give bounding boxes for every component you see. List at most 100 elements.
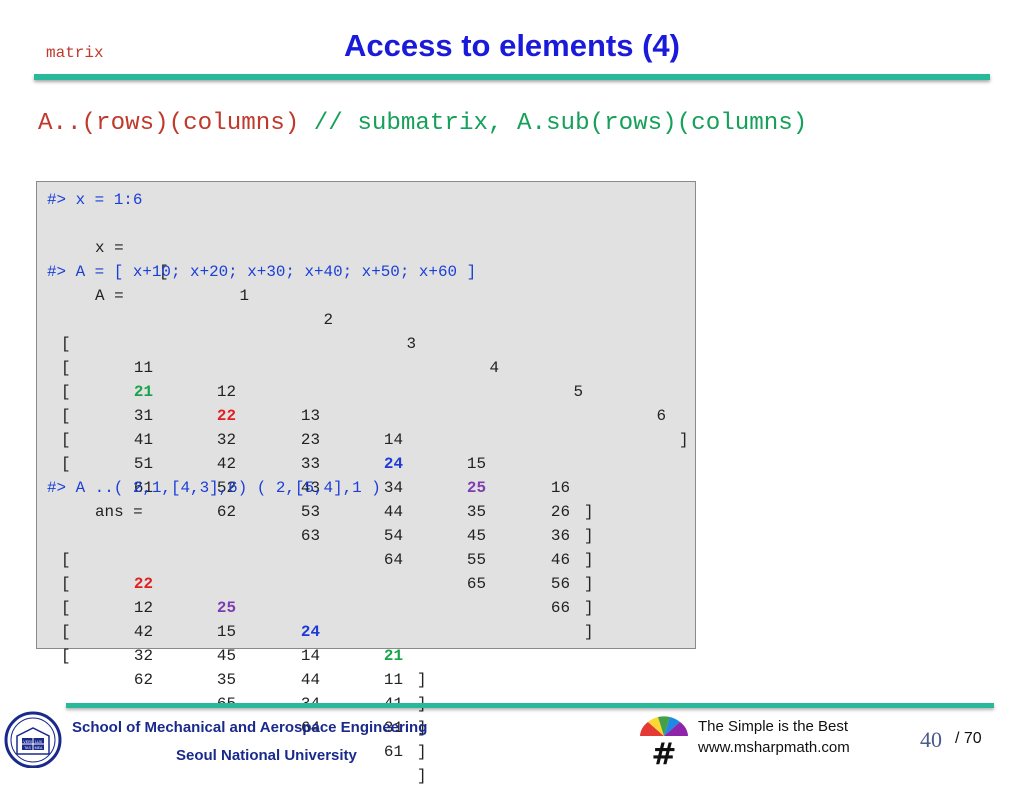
matrix-cell: 31: [133, 407, 153, 425]
website-text: www.msharpmath.com: [698, 739, 850, 756]
matrix-cell: 15: [466, 455, 486, 473]
row-close-bracket: ]: [584, 503, 594, 521]
ans-cell-highlighted: 21: [383, 647, 403, 665]
x-value: 6: [656, 407, 666, 425]
matrix-a-row: [ 41 42 43 44 45 46 ]: [47, 380, 594, 593]
ans-cell: 35: [216, 671, 236, 689]
ans-cell-highlighted: 25: [216, 599, 236, 617]
x-close-bracket: ]: [679, 431, 689, 449]
title-divider: [34, 74, 990, 80]
matrix-cell: 62: [216, 503, 236, 521]
code-panel: #> x = 1:6 x = [ 1 2 3 4 5 6 ] #> A = [ …: [36, 181, 696, 785]
ans-cell: 62: [133, 671, 153, 689]
ans-cell: 11: [383, 671, 403, 689]
row-open-bracket: [: [61, 455, 71, 473]
matrix-cell: 46: [550, 551, 570, 569]
matrix-cell: 56: [550, 575, 570, 593]
matrix-cell-highlighted: 25: [466, 479, 486, 497]
ans-row: [ 22 25 24 21 ]: [47, 524, 427, 689]
ans-row: [ 42 45 44 41 ]: [47, 572, 427, 737]
matrix-cell: 35: [466, 503, 486, 521]
ans-cell: 44: [300, 671, 320, 689]
syntax-line: A..(rows)(columns) // submatrix, A.sub(r…: [38, 110, 807, 137]
matrix-cell: 13: [300, 407, 320, 425]
university-name: Seoul National University: [176, 747, 357, 764]
syntax-comment: // submatrix, A.sub(rows)(columns): [313, 110, 808, 137]
row-close-bracket: ]: [584, 575, 594, 593]
matrix-cell: 12: [216, 383, 236, 401]
ans-row: [ 12 15 14 11 ]: [47, 548, 427, 713]
matrix-cell-highlighted: 22: [216, 407, 236, 425]
matrix-cell: 41: [133, 431, 153, 449]
row-open-bracket: [: [61, 647, 71, 665]
logo-text: LUX: [35, 740, 43, 744]
motto-text: The Simple is the Best: [698, 718, 849, 735]
matrix-cell: 11: [133, 359, 153, 377]
command-line-3: #> A ..( 2,1,[4,3],6) ( 2,[5,4],1 ): [47, 479, 381, 497]
section-tag: matrix: [46, 44, 104, 62]
matrix-a-row: [ 51 52 53 54 55 56 ]: [47, 404, 594, 617]
row-close-bracket: ]: [417, 743, 427, 761]
ans-cell: 42: [133, 623, 153, 641]
syntax-text: A..(rows)(columns): [38, 110, 300, 137]
ans-cell: 15: [216, 623, 236, 641]
x-output-row: x = [ 1 2 3 4 5 6 ]: [47, 212, 689, 449]
matrix-cell: 32: [216, 431, 236, 449]
ans-cell: 32: [133, 647, 153, 665]
matrix-cell: 54: [383, 527, 403, 545]
matrix-cell: 36: [550, 527, 570, 545]
logo-text: VERI: [23, 740, 31, 744]
matrix-cell: 53: [300, 503, 320, 521]
matrix-a-row: [ 61 62 63 64 65 66 ]: [47, 428, 594, 641]
ans-cell: 61: [383, 743, 403, 761]
command-line-1: #> x = 1:6: [47, 191, 143, 209]
x-value: 1: [239, 287, 249, 305]
a-label: A =: [95, 287, 124, 305]
ans-cell: 45: [216, 647, 236, 665]
x-value: 3: [406, 335, 416, 353]
x-value: 2: [323, 311, 333, 329]
matrix-cell-highlighted: 24: [383, 455, 403, 473]
matrix-cell: 42: [216, 455, 236, 473]
university-emblem-icon: VERI LUX TAS MEA: [4, 711, 62, 768]
sharp-symbol: #: [651, 737, 676, 768]
row-close-bracket: ]: [584, 551, 594, 569]
page-total: / 70: [955, 730, 982, 747]
matrix-cell: 26: [550, 503, 570, 521]
command-line-2: #> A = [ x+10; x+20; x+30; x+40; x+50; x…: [47, 263, 477, 281]
matrix-cell: 65: [466, 575, 486, 593]
logo-text: MEA: [35, 746, 43, 750]
ans-row: [ 62 65 64 61 ]: [47, 620, 427, 785]
ans-cell: 14: [300, 647, 320, 665]
logo-text: TAS: [24, 746, 31, 750]
x-label: x =: [95, 239, 124, 257]
row-close-bracket: ]: [417, 671, 427, 689]
matrix-a-row: [ 31 32 33 34 35 36 ]: [47, 356, 594, 569]
row-close-bracket: ]: [584, 623, 594, 641]
matrix-cell: 63: [300, 527, 320, 545]
school-name: School of Mechanical and Aerospace Engin…: [72, 719, 428, 736]
matrix-cell: 55: [466, 551, 486, 569]
footer-divider: [66, 703, 994, 708]
matrix-cell: 44: [383, 503, 403, 521]
matrix-cell: 66: [550, 599, 570, 617]
x-value: 4: [489, 359, 499, 377]
matrix-cell: 33: [300, 455, 320, 473]
matrix-a-row: [ 11 12 13 14 15 16 ]: [47, 308, 594, 521]
ans-row: [ 32 35 34 31 ]: [47, 596, 427, 761]
matrix-cell: 64: [383, 551, 403, 569]
ans-cell-highlighted: 22: [133, 575, 153, 593]
ans-label: ans =: [95, 503, 143, 521]
row-close-bracket: ]: [584, 527, 594, 545]
matrix-cell: 14: [383, 431, 403, 449]
matrix-cell: 16: [550, 479, 570, 497]
matrix-a-row: [ 21 22 23 24 25 26 ]: [47, 332, 594, 545]
ans-cell-highlighted: 24: [300, 623, 320, 641]
x-value: 5: [573, 383, 583, 401]
matrix-cell: 51: [133, 455, 153, 473]
ans-cell: 12: [133, 599, 153, 617]
slide-title: Access to elements (4): [344, 28, 680, 63]
matrix-cell: 45: [466, 527, 486, 545]
umbrella-logo-icon: #: [640, 716, 688, 768]
matrix-cell: 23: [300, 431, 320, 449]
